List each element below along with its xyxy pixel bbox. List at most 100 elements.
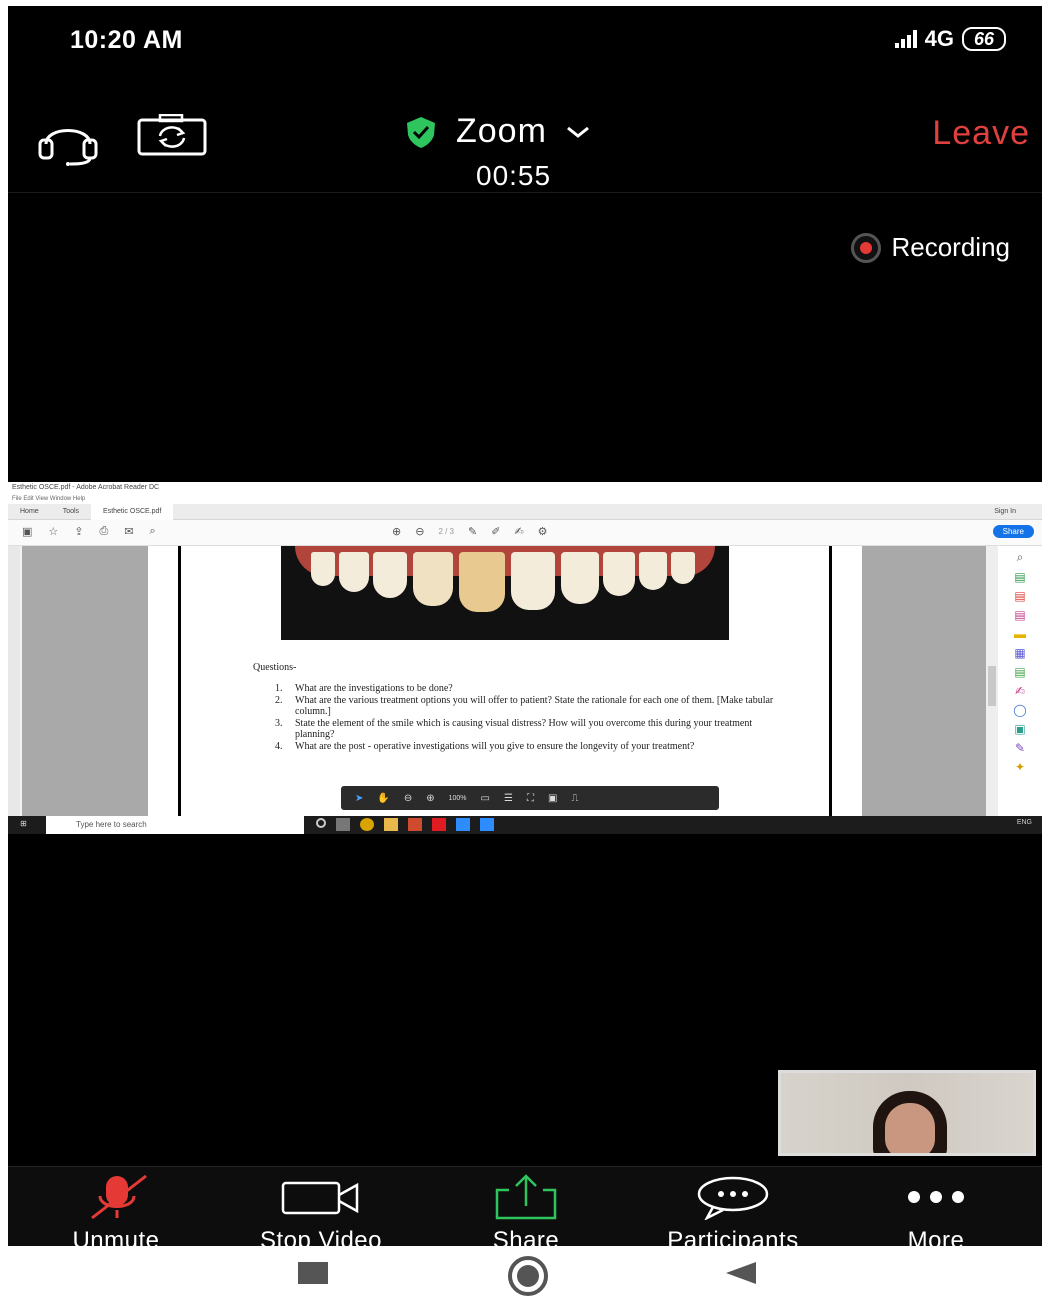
unmute-button[interactable]: Unmute xyxy=(56,1174,176,1255)
question-text: What are the post - operative investigat… xyxy=(295,740,695,752)
video-icon xyxy=(279,1175,363,1219)
zoom-taskbar-icon xyxy=(456,818,470,831)
tab-tools: Tools xyxy=(62,508,80,515)
home-button[interactable] xyxy=(508,1256,548,1296)
edit-pdf-icon: ▤ xyxy=(1014,608,1026,622)
question-item: 1. What are the investigations to be done… xyxy=(275,683,775,695)
meeting-header: Zoom 00:55 Leave xyxy=(8,96,1042,192)
signal-icon xyxy=(894,30,917,48)
shared-window-title-text: Esthetic OSCE.pdf - Adobe Acrobat Reader… xyxy=(12,484,160,491)
chevron-down-icon xyxy=(566,126,589,138)
hand-icon: ✋ xyxy=(377,792,390,804)
headset-icon[interactable] xyxy=(36,116,100,171)
left-panel-toggle xyxy=(8,546,20,816)
scroll-thumb xyxy=(988,666,996,706)
tools-icon: ⚙ xyxy=(537,526,548,538)
tray-language: ENG xyxy=(1016,819,1032,826)
tooth xyxy=(511,552,555,610)
windows-taskbar: ⊞ Type here to search ENG xyxy=(8,816,1042,834)
page-down-icon: ⊖ xyxy=(415,526,425,538)
more-tools-icon: ✦ xyxy=(1014,760,1026,774)
zoom-meeting-screen: 10:20 AM 4G 66 Zoom 00:55 Leave Recordin… xyxy=(8,6,1042,1254)
teeth-photo xyxy=(281,546,729,640)
zoom-value: 100% xyxy=(448,794,467,802)
zoom-in-icon: ⊕ xyxy=(426,792,435,804)
scan-icon: ▣ xyxy=(1014,722,1026,736)
floating-pdf-toolbar: ➤ ✋ ⊖ ⊕ 100% ▭ ☰ ⛶ ▣ ⎍ xyxy=(341,786,719,810)
participants-icon xyxy=(693,1175,773,1220)
meeting-title[interactable]: Zoom xyxy=(404,112,591,151)
questions-list: 1. What are the investigations to be done… xyxy=(275,683,775,752)
question-text: State the element of the smile which is … xyxy=(295,717,753,741)
shared-window-title: Esthetic OSCE.pdf - Adobe Acrobat Reader… xyxy=(8,482,1042,494)
shared-toolbar-center: ⊕ ⊖ 2 / 3 ✎ ✐ ✍ ⚙ xyxy=(392,525,548,538)
microphone-off-icon xyxy=(76,1174,156,1220)
windows-start-icon: ⊞ xyxy=(20,819,27,828)
cursor-icon: ➤ xyxy=(355,792,364,804)
create-pdf-icon: ▤ xyxy=(1014,589,1026,603)
tooth xyxy=(373,552,407,598)
scroll-mode-icon: ☰ xyxy=(503,792,513,804)
shared-menu-bar: File Edit View Window Help xyxy=(8,494,1042,504)
header-divider xyxy=(8,192,1042,193)
share-button[interactable]: Share xyxy=(474,1174,578,1255)
participant-face xyxy=(885,1103,935,1153)
share-icon xyxy=(493,1174,559,1220)
question-text: What are the various treatment options y… xyxy=(295,694,774,718)
participants-button[interactable]: Participants xyxy=(638,1175,828,1255)
status-bar: 10:20 AM 4G 66 xyxy=(8,6,1042,76)
powerpoint-icon xyxy=(408,818,422,831)
question-item: 4. What are the post - operative investig… xyxy=(275,741,775,753)
tooth xyxy=(561,552,599,604)
cortana-icon xyxy=(316,818,326,828)
stop-video-button[interactable]: Stop Video xyxy=(236,1175,406,1255)
status-time: 10:20 AM xyxy=(70,26,183,54)
tooth xyxy=(459,552,505,612)
back-button[interactable] xyxy=(726,1262,756,1284)
sign-in-link: Sign In xyxy=(994,508,1016,515)
tooth xyxy=(603,552,635,596)
upload-icon: ⇪ xyxy=(74,526,84,538)
battery-icon: 66 xyxy=(961,27,1006,51)
tooth xyxy=(339,552,369,592)
shared-screen[interactable]: Esthetic OSCE.pdf - Adobe Acrobat Reader… xyxy=(8,482,1042,834)
fit-page-icon: ▭ xyxy=(480,792,490,804)
app-title: Zoom xyxy=(456,112,547,150)
meeting-timer: 00:55 xyxy=(476,160,552,191)
explorer-icon xyxy=(384,818,398,831)
full-screen-icon: ⛶ xyxy=(526,792,534,804)
shared-share-button: Share xyxy=(992,525,1034,538)
network-label: 4G xyxy=(924,26,954,51)
tooth xyxy=(639,552,667,590)
tooth xyxy=(413,552,453,606)
question-number: 3. xyxy=(275,717,283,729)
leave-button[interactable]: Leave xyxy=(932,114,1030,153)
recording-label: Recording xyxy=(891,232,1010,262)
camera-switch-icon[interactable] xyxy=(136,113,208,163)
acrobat-icon xyxy=(432,818,446,831)
zoom-taskbar-icon-2 xyxy=(480,818,494,831)
tab-document: Esthetic OSCE.pdf xyxy=(91,503,174,520)
stamp-icon: ⎍ xyxy=(571,792,579,804)
page-up-icon: ⊕ xyxy=(392,526,402,538)
question-text: What are the investigations to be done? xyxy=(295,683,453,694)
mail-icon: ✉ xyxy=(124,526,134,538)
self-video-preview[interactable] xyxy=(778,1070,1036,1156)
question-number: 1. xyxy=(275,683,283,694)
comment-icon: ✎ xyxy=(468,526,478,538)
viewport-margin-right xyxy=(862,546,986,816)
taskbar-search: Type here to search xyxy=(46,816,304,834)
recording-indicator: Recording xyxy=(851,232,1010,263)
combine-icon: ▦ xyxy=(1014,646,1026,660)
more-button[interactable]: More xyxy=(886,1175,986,1255)
shared-toolbar: ▣ ☆ ⇪ ⎙ ✉ ⌕ ⊕ ⊖ 2 / 3 ✎ ✐ ✍ ⚙ Share xyxy=(8,520,1042,546)
search-icon: ⌕ xyxy=(149,525,156,537)
pdf-viewport: Questions- 1. What are the investigations… xyxy=(8,546,1042,816)
question-item: 2. What are the various treatment options… xyxy=(275,695,775,718)
recents-button[interactable] xyxy=(298,1262,328,1284)
pdf-scrollbar xyxy=(986,546,998,816)
viewport-margin-left xyxy=(22,546,148,816)
chrome-icon xyxy=(360,818,374,831)
shared-toolbar-left: ▣ ☆ ⇪ ⎙ ✉ ⌕ xyxy=(22,525,156,538)
print-icon: ⎙ xyxy=(99,525,109,537)
